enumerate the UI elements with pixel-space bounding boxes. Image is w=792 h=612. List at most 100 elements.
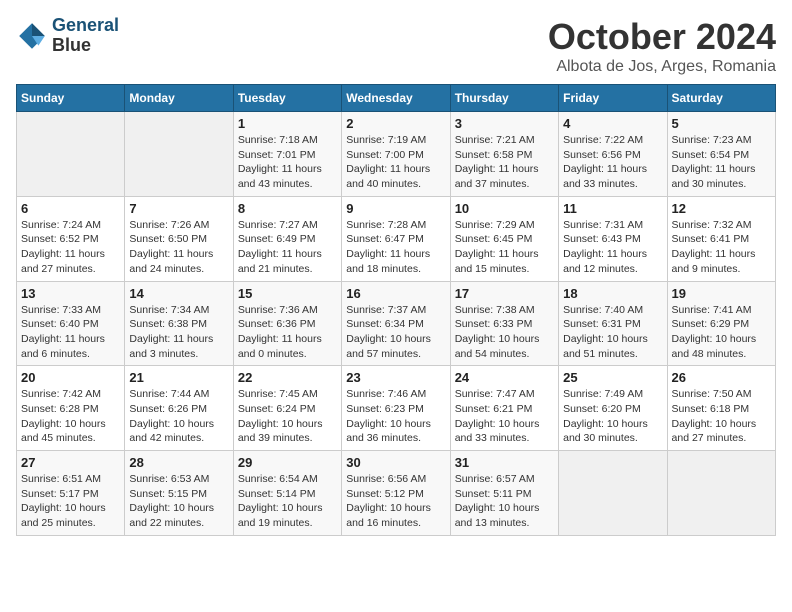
calendar-cell: 18 Sunrise: 7:40 AM Sunset: 6:31 PM Dayli… — [559, 281, 667, 366]
calendar-cell: 26Sunrise: 7:50 AM Sunset: 6:18 PM Dayli… — [667, 366, 775, 451]
calendar-table: SundayMondayTuesdayWednesdayThursdayFrid… — [16, 84, 776, 536]
day-info: Sunrise: 7:42 AM Sunset: 6:28 PM Dayligh… — [21, 387, 120, 446]
day-number: 18 — [563, 286, 662, 301]
day-info: Sunrise: 6:56 AM Sunset: 5:12 PM Dayligh… — [346, 472, 445, 531]
day-info: Sunrise: 7:46 AM Sunset: 6:23 PM Dayligh… — [346, 387, 445, 446]
day-number: 20 — [21, 370, 120, 385]
calendar-cell: 5 Sunrise: 7:23 AM Sunset: 6:54 PM Daylig… — [667, 112, 775, 197]
calendar-cell: 15 Sunrise: 7:36 AM Sunset: 6:36 PM Dayli… — [233, 281, 341, 366]
weekday-header-row: SundayMondayTuesdayWednesdayThursdayFrid… — [17, 85, 776, 112]
calendar-cell: 9 Sunrise: 7:28 AM Sunset: 6:47 PM Daylig… — [342, 196, 450, 281]
day-info: Sunrise: 7:31 AM Sunset: 6:43 PM Dayligh… — [563, 218, 662, 277]
day-number: 3 — [455, 116, 554, 131]
day-number: 19 — [672, 286, 771, 301]
weekday-header-friday: Friday — [559, 85, 667, 112]
day-number: 24 — [455, 370, 554, 385]
day-number: 6 — [21, 201, 120, 216]
calendar-cell: 7 Sunrise: 7:26 AM Sunset: 6:50 PM Daylig… — [125, 196, 233, 281]
day-info: Sunrise: 7:37 AM Sunset: 6:34 PM Dayligh… — [346, 303, 445, 362]
calendar-cell: 11Sunrise: 7:31 AM Sunset: 6:43 PM Dayli… — [559, 196, 667, 281]
logo: General Blue — [16, 16, 119, 56]
day-info: Sunrise: 7:45 AM Sunset: 6:24 PM Dayligh… — [238, 387, 337, 446]
day-number: 29 — [238, 455, 337, 470]
day-info: Sunrise: 7:47 AM Sunset: 6:21 PM Dayligh… — [455, 387, 554, 446]
day-number: 23 — [346, 370, 445, 385]
weekday-header-saturday: Saturday — [667, 85, 775, 112]
logo-icon — [16, 20, 48, 52]
weekday-header-monday: Monday — [125, 85, 233, 112]
day-number: 22 — [238, 370, 337, 385]
week-row-4: 20 Sunrise: 7:42 AM Sunset: 6:28 PM Dayli… — [17, 366, 776, 451]
day-number: 8 — [238, 201, 337, 216]
calendar-cell: 1Sunrise: 7:18 AM Sunset: 7:01 PM Daylig… — [233, 112, 341, 197]
title-block: October 2024 Albota de Jos, Arges, Roman… — [548, 16, 776, 76]
weekday-header-sunday: Sunday — [17, 85, 125, 112]
day-number: 17 — [455, 286, 554, 301]
calendar-cell: 30 Sunrise: 6:56 AM Sunset: 5:12 PM Dayli… — [342, 451, 450, 536]
day-number: 10 — [455, 201, 554, 216]
calendar-cell: 21 Sunrise: 7:44 AM Sunset: 6:26 PM Dayli… — [125, 366, 233, 451]
calendar-cell: 6 Sunrise: 7:24 AM Sunset: 6:52 PM Daylig… — [17, 196, 125, 281]
day-info: Sunrise: 7:34 AM Sunset: 6:38 PM Dayligh… — [129, 303, 228, 362]
day-number: 27 — [21, 455, 120, 470]
day-info: Sunrise: 7:40 AM Sunset: 6:31 PM Dayligh… — [563, 303, 662, 362]
day-info: Sunrise: 7:33 AM Sunset: 6:40 PM Dayligh… — [21, 303, 120, 362]
day-info: Sunrise: 6:53 AM Sunset: 5:15 PM Dayligh… — [129, 472, 228, 531]
calendar-cell: 14Sunrise: 7:34 AM Sunset: 6:38 PM Dayli… — [125, 281, 233, 366]
day-number: 5 — [672, 116, 771, 131]
calendar-cell: 2 Sunrise: 7:19 AM Sunset: 7:00 PM Daylig… — [342, 112, 450, 197]
calendar-cell — [125, 112, 233, 197]
day-number: 13 — [21, 286, 120, 301]
day-info: Sunrise: 7:21 AM Sunset: 6:58 PM Dayligh… — [455, 133, 554, 192]
day-number: 30 — [346, 455, 445, 470]
page-header: General Blue October 2024 Albota de Jos,… — [16, 16, 776, 76]
calendar-cell: 17Sunrise: 7:38 AM Sunset: 6:33 PM Dayli… — [450, 281, 558, 366]
calendar-cell: 12Sunrise: 7:32 AM Sunset: 6:41 PM Dayli… — [667, 196, 775, 281]
day-info: Sunrise: 7:24 AM Sunset: 6:52 PM Dayligh… — [21, 218, 120, 277]
day-info: Sunrise: 7:49 AM Sunset: 6:20 PM Dayligh… — [563, 387, 662, 446]
day-info: Sunrise: 7:41 AM Sunset: 6:29 PM Dayligh… — [672, 303, 771, 362]
day-info: Sunrise: 7:22 AM Sunset: 6:56 PM Dayligh… — [563, 133, 662, 192]
calendar-cell: 16 Sunrise: 7:37 AM Sunset: 6:34 PM Dayli… — [342, 281, 450, 366]
day-number: 25 — [563, 370, 662, 385]
location-title: Albota de Jos, Arges, Romania — [548, 58, 776, 76]
calendar-cell: 10 Sunrise: 7:29 AM Sunset: 6:45 PM Dayli… — [450, 196, 558, 281]
day-number: 7 — [129, 201, 228, 216]
day-info: Sunrise: 7:23 AM Sunset: 6:54 PM Dayligh… — [672, 133, 771, 192]
calendar-cell: 13 Sunrise: 7:33 AM Sunset: 6:40 PM Dayli… — [17, 281, 125, 366]
day-number: 15 — [238, 286, 337, 301]
day-info: Sunrise: 7:26 AM Sunset: 6:50 PM Dayligh… — [129, 218, 228, 277]
day-info: Sunrise: 6:54 AM Sunset: 5:14 PM Dayligh… — [238, 472, 337, 531]
day-info: Sunrise: 7:27 AM Sunset: 6:49 PM Dayligh… — [238, 218, 337, 277]
day-info: Sunrise: 6:51 AM Sunset: 5:17 PM Dayligh… — [21, 472, 120, 531]
calendar-cell: 24 Sunrise: 7:47 AM Sunset: 6:21 PM Dayli… — [450, 366, 558, 451]
day-info: Sunrise: 7:19 AM Sunset: 7:00 PM Dayligh… — [346, 133, 445, 192]
calendar-cell: 22 Sunrise: 7:45 AM Sunset: 6:24 PM Dayli… — [233, 366, 341, 451]
week-row-3: 13 Sunrise: 7:33 AM Sunset: 6:40 PM Dayli… — [17, 281, 776, 366]
calendar-cell: 3 Sunrise: 7:21 AM Sunset: 6:58 PM Daylig… — [450, 112, 558, 197]
calendar-cell: 27 Sunrise: 6:51 AM Sunset: 5:17 PM Dayli… — [17, 451, 125, 536]
calendar-cell: 25 Sunrise: 7:49 AM Sunset: 6:20 PM Dayli… — [559, 366, 667, 451]
calendar-cell — [17, 112, 125, 197]
weekday-header-thursday: Thursday — [450, 85, 558, 112]
day-number: 31 — [455, 455, 554, 470]
month-title: October 2024 — [548, 16, 776, 58]
calendar-cell: 31 Sunrise: 6:57 AM Sunset: 5:11 PM Dayli… — [450, 451, 558, 536]
day-info: Sunrise: 7:36 AM Sunset: 6:36 PM Dayligh… — [238, 303, 337, 362]
calendar-cell: 4 Sunrise: 7:22 AM Sunset: 6:56 PM Daylig… — [559, 112, 667, 197]
day-number: 2 — [346, 116, 445, 131]
day-number: 9 — [346, 201, 445, 216]
calendar-cell: 19 Sunrise: 7:41 AM Sunset: 6:29 PM Dayli… — [667, 281, 775, 366]
day-number: 16 — [346, 286, 445, 301]
day-number: 21 — [129, 370, 228, 385]
day-info: Sunrise: 7:28 AM Sunset: 6:47 PM Dayligh… — [346, 218, 445, 277]
day-info: Sunrise: 6:57 AM Sunset: 5:11 PM Dayligh… — [455, 472, 554, 531]
day-number: 28 — [129, 455, 228, 470]
day-number: 26 — [672, 370, 771, 385]
day-info: Sunrise: 7:29 AM Sunset: 6:45 PM Dayligh… — [455, 218, 554, 277]
day-info: Sunrise: 7:44 AM Sunset: 6:26 PM Dayligh… — [129, 387, 228, 446]
day-number: 1 — [238, 116, 337, 131]
day-number: 4 — [563, 116, 662, 131]
week-row-1: 1Sunrise: 7:18 AM Sunset: 7:01 PM Daylig… — [17, 112, 776, 197]
calendar-cell — [559, 451, 667, 536]
